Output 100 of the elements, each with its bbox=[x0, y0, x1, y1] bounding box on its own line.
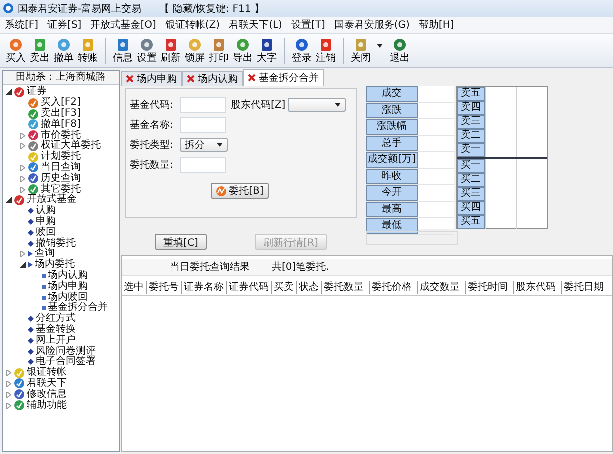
tab[interactable]: 场内申购 bbox=[121, 71, 182, 86]
toolbar-button[interactable]: 注销 bbox=[314, 38, 338, 64]
bid-label: 买二 bbox=[457, 173, 485, 187]
tree-item[interactable]: 辅助功能 bbox=[27, 400, 67, 410]
menu-item[interactable]: 系统[F] bbox=[5, 18, 39, 32]
bid-label: 买三 bbox=[457, 187, 485, 201]
toolbar-button[interactable]: 大字 bbox=[255, 38, 279, 64]
tree-item[interactable]: 风险问卷测评 bbox=[36, 346, 96, 357]
bid-label: 买五 bbox=[457, 215, 485, 229]
tree-item[interactable]: 君联天下 bbox=[27, 378, 67, 389]
column-header[interactable]: 买卖 bbox=[272, 281, 297, 294]
column-header[interactable]: 委托日期 bbox=[562, 281, 609, 294]
toolbar-button[interactable]: 卖出 bbox=[28, 38, 52, 64]
tree-item[interactable]: 证券 bbox=[27, 87, 47, 98]
tree-item[interactable]: 银证转帐 bbox=[27, 368, 67, 378]
column-header[interactable]: 委托数量 bbox=[322, 281, 370, 294]
tree-item[interactable]: 电子合同签署 bbox=[36, 357, 96, 368]
item-icon bbox=[28, 162, 39, 174]
toolbar-button[interactable]: 设置 bbox=[135, 38, 159, 64]
column-header[interactable]: 证券名称 bbox=[182, 281, 227, 294]
tree-item[interactable]: 开放式基金 bbox=[27, 195, 77, 206]
menu-item[interactable]: 君联天下(L) bbox=[229, 18, 282, 32]
submit-icon bbox=[216, 186, 228, 196]
tab[interactable]: 基金拆分合并 bbox=[243, 69, 324, 86]
toolbar-button[interactable]: 导出 bbox=[231, 38, 255, 64]
toolbar-button[interactable]: 撤单 bbox=[52, 38, 76, 64]
toolbar-button[interactable]: 买入 bbox=[4, 38, 28, 64]
tree-item[interactable]: 场内申购 bbox=[48, 282, 88, 292]
tree-item[interactable]: 卖出[F3] bbox=[41, 108, 81, 119]
menu-item[interactable]: 证券[S] bbox=[48, 18, 82, 32]
bullet-icon bbox=[28, 348, 34, 355]
tree-item[interactable]: 查询 bbox=[35, 249, 55, 260]
toolbar-button[interactable]: 转账 bbox=[76, 38, 100, 64]
tree-item[interactable]: 场内赎回 bbox=[48, 292, 88, 303]
tree-item[interactable]: 其它委托 bbox=[41, 184, 81, 195]
fund-name-field[interactable] bbox=[180, 117, 226, 133]
order-type-dropdown[interactable]: 拆分 bbox=[180, 138, 228, 152]
menu-item[interactable]: 国泰君安服务(G) bbox=[334, 18, 410, 32]
bid-label: 买一 bbox=[457, 159, 485, 173]
tree-item[interactable]: 基金拆分合并 bbox=[48, 303, 108, 314]
tree-item[interactable]: 撤单[F8] bbox=[41, 120, 81, 130]
expander-icon[interactable] bbox=[20, 262, 26, 268]
reset-button[interactable]: 重填[C] bbox=[154, 234, 208, 250]
tree-item[interactable]: 计划委托 bbox=[41, 152, 81, 162]
tree-item[interactable]: 历史查询 bbox=[41, 174, 81, 184]
column-header[interactable]: 委托时间 bbox=[466, 281, 514, 294]
column-header[interactable]: 证券代码 bbox=[227, 281, 272, 294]
toolbar-button[interactable]: 刷新 bbox=[159, 38, 183, 64]
bullet-icon bbox=[28, 230, 34, 236]
toolbar-button[interactable]: 登录 bbox=[290, 38, 314, 64]
toolbar-button[interactable]: 打印 bbox=[207, 38, 231, 64]
expander-icon[interactable] bbox=[6, 89, 12, 96]
column-header[interactable]: 选中 bbox=[122, 281, 147, 294]
expander-icon[interactable] bbox=[6, 197, 12, 204]
bullet-icon bbox=[28, 316, 34, 322]
toolbar-icon bbox=[212, 38, 226, 52]
holder-code-dropdown[interactable] bbox=[288, 98, 346, 112]
tree-item[interactable]: 买入[F2] bbox=[41, 98, 81, 108]
toolbar-icon bbox=[140, 38, 154, 52]
close-icon[interactable] bbox=[126, 75, 134, 83]
tree-item[interactable]: 网上开户 bbox=[36, 336, 76, 346]
submit-button[interactable]: 委托[B] bbox=[211, 183, 269, 199]
toolbar-button[interactable]: 信息 bbox=[111, 38, 135, 64]
toolbar-button[interactable]: 锁屏 bbox=[183, 38, 207, 64]
menu-item[interactable]: 银证转帐(Z) bbox=[165, 18, 220, 32]
caret-icon[interactable] bbox=[377, 44, 383, 48]
tree-item[interactable]: 申购 bbox=[36, 216, 56, 227]
tree-item[interactable]: 市价委托 bbox=[41, 130, 81, 141]
tree-item[interactable]: 场内委托 bbox=[35, 260, 75, 270]
field-label: 委托数量: bbox=[130, 158, 174, 172]
close-icon[interactable] bbox=[248, 74, 256, 82]
tree-item[interactable]: 赎回 bbox=[36, 228, 56, 238]
bullet-icon bbox=[28, 240, 34, 247]
menu-item[interactable]: 设置[T] bbox=[291, 18, 326, 32]
quantity-field[interactable] bbox=[180, 157, 226, 173]
fund-code-field[interactable] bbox=[180, 97, 226, 113]
caret-icon bbox=[217, 143, 223, 147]
tree-item[interactable]: 权证大单委托 bbox=[41, 141, 101, 152]
toolbar-button[interactable]: 关闭 bbox=[349, 38, 373, 64]
tree-item[interactable]: 当日查询 bbox=[41, 162, 81, 173]
quote-label: 涨跌 bbox=[366, 102, 418, 118]
column-header[interactable]: 股东代码 bbox=[514, 281, 562, 294]
toolbar-icon bbox=[354, 38, 368, 52]
tree-item[interactable]: 撤销委托 bbox=[36, 238, 76, 249]
tree-item[interactable]: 认购 bbox=[36, 206, 56, 216]
column-header[interactable]: 成交数量 bbox=[418, 281, 466, 294]
column-header[interactable]: 委托价格 bbox=[370, 281, 418, 294]
tree-item[interactable]: 分红方式 bbox=[36, 314, 76, 324]
tab[interactable]: 场内认购 bbox=[182, 71, 243, 86]
toolbar-button[interactable]: 退出 bbox=[388, 38, 412, 64]
tree-item[interactable]: 修改信息 bbox=[27, 390, 67, 400]
column-header[interactable]: 委托号 bbox=[147, 281, 182, 294]
item-icon bbox=[28, 173, 39, 184]
item-icon bbox=[28, 184, 39, 196]
menu-item[interactable]: 帮助[H] bbox=[418, 18, 454, 32]
tree-item[interactable]: 基金转换 bbox=[36, 324, 76, 335]
menu-item[interactable]: 开放式基金[O] bbox=[90, 18, 156, 32]
close-icon[interactable] bbox=[187, 75, 195, 83]
tree-item[interactable]: 场内认购 bbox=[48, 270, 88, 281]
column-header[interactable]: 状态 bbox=[297, 281, 322, 294]
